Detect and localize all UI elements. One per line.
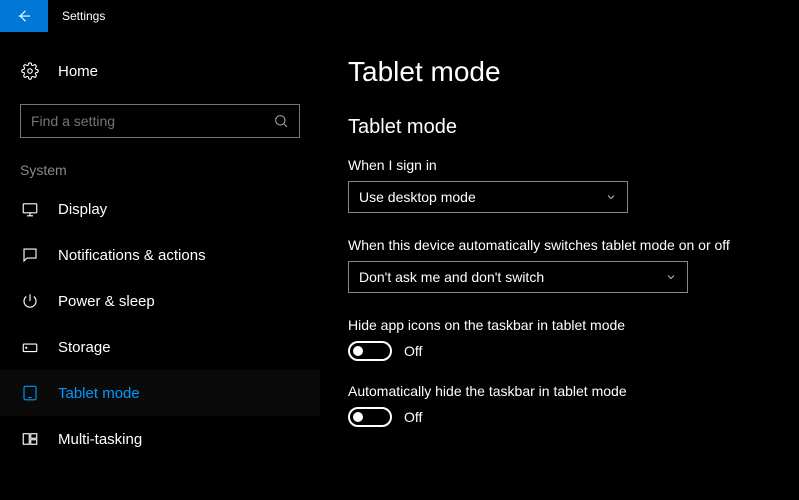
message-icon bbox=[20, 246, 40, 264]
sidebar-item-storage[interactable]: Storage bbox=[0, 324, 320, 370]
sidebar-item-tablet-mode[interactable]: Tablet mode bbox=[0, 370, 320, 416]
hide-taskbar-state: Off bbox=[404, 409, 422, 425]
gear-icon bbox=[20, 62, 40, 80]
sidebar-item-label: Power & sleep bbox=[58, 293, 155, 310]
sidebar-item-power[interactable]: Power & sleep bbox=[0, 278, 320, 324]
multitask-icon bbox=[20, 430, 40, 448]
sidebar: Home System Display Notifications & acti… bbox=[0, 32, 320, 500]
signin-select[interactable]: Use desktop mode bbox=[348, 181, 628, 213]
hide-icons-state: Off bbox=[404, 343, 422, 359]
chevron-down-icon bbox=[605, 191, 617, 203]
main-panel: Tablet mode Tablet mode When I sign in U… bbox=[320, 32, 799, 500]
sidebar-item-multitasking[interactable]: Multi-tasking bbox=[0, 416, 320, 462]
signin-select-value: Use desktop mode bbox=[359, 189, 476, 205]
hide-taskbar-toggle[interactable] bbox=[348, 407, 392, 427]
sidebar-item-label: Tablet mode bbox=[58, 385, 140, 402]
search-input[interactable] bbox=[31, 113, 273, 129]
hide-taskbar-label: Automatically hide the taskbar in tablet… bbox=[348, 383, 769, 399]
hide-icons-label: Hide app icons on the taskbar in tablet … bbox=[348, 317, 769, 333]
autoswitch-select-value: Don't ask me and don't switch bbox=[359, 269, 544, 285]
home-label: Home bbox=[58, 63, 98, 80]
window-title: Settings bbox=[48, 9, 105, 23]
sidebar-item-label: Display bbox=[58, 201, 107, 218]
signin-label: When I sign in bbox=[348, 157, 769, 173]
home-button[interactable]: Home bbox=[0, 56, 320, 86]
arrow-left-icon bbox=[15, 7, 33, 25]
chevron-down-icon bbox=[665, 271, 677, 283]
back-button[interactable] bbox=[0, 0, 48, 32]
page-title: Tablet mode bbox=[348, 56, 769, 88]
sidebar-item-label: Notifications & actions bbox=[58, 247, 206, 264]
search-box[interactable] bbox=[20, 104, 300, 138]
search-icon bbox=[273, 113, 289, 129]
section-subheading: Tablet mode bbox=[348, 116, 769, 139]
sidebar-item-label: Storage bbox=[58, 339, 111, 356]
autoswitch-select[interactable]: Don't ask me and don't switch bbox=[348, 261, 688, 293]
sidebar-item-notifications[interactable]: Notifications & actions bbox=[0, 232, 320, 278]
drive-icon bbox=[20, 338, 40, 356]
autoswitch-label: When this device automatically switches … bbox=[348, 237, 769, 253]
hide-icons-toggle[interactable] bbox=[348, 341, 392, 361]
titlebar: Settings bbox=[0, 0, 799, 32]
sidebar-item-display[interactable]: Display bbox=[0, 186, 320, 232]
monitor-icon bbox=[20, 200, 40, 218]
sidebar-item-label: Multi-tasking bbox=[58, 431, 142, 448]
sidebar-section-header: System bbox=[0, 162, 320, 186]
power-icon bbox=[20, 292, 40, 310]
tablet-icon bbox=[20, 384, 40, 402]
